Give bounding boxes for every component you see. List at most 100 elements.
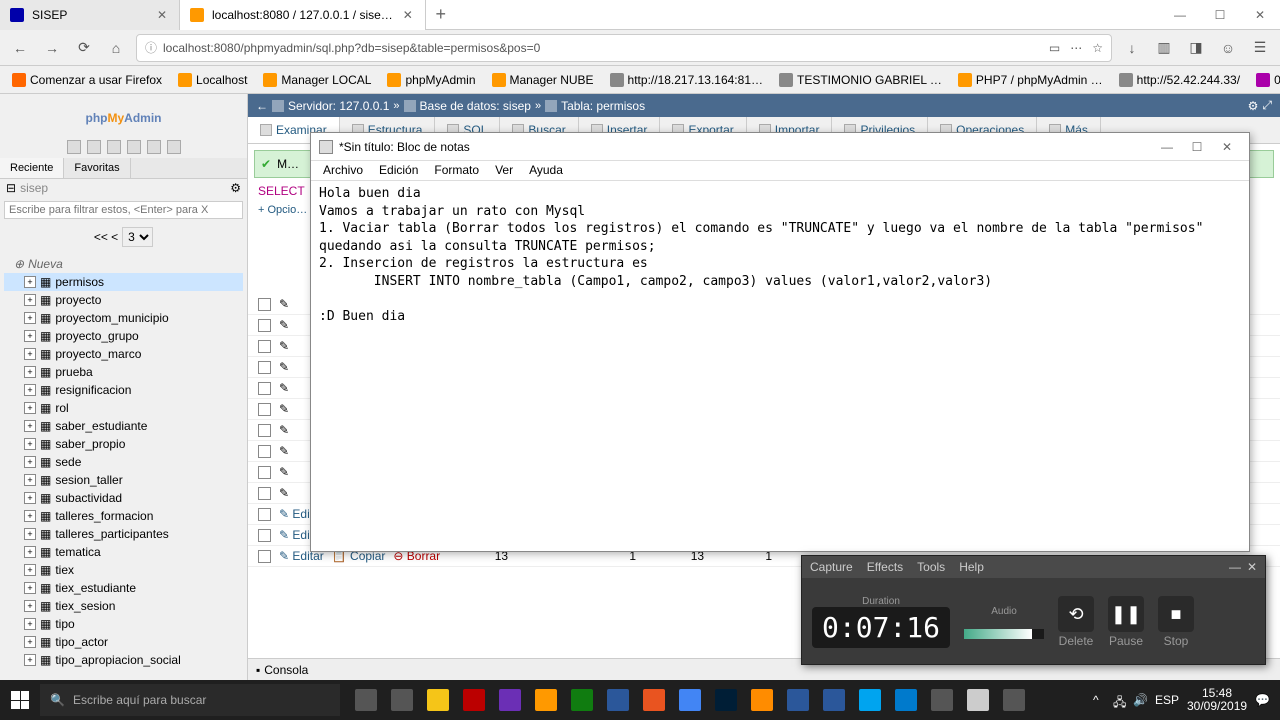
table-item[interactable]: +▦rol	[4, 399, 243, 417]
taskbar-app[interactable]	[492, 680, 528, 720]
taskbar-app[interactable]	[600, 680, 636, 720]
bookmark-item[interactable]: TESTIMONIO GABRIEL …	[773, 71, 948, 89]
taskbar-app[interactable]	[888, 680, 924, 720]
reader-icon[interactable]: ▭	[1049, 41, 1060, 55]
table-item[interactable]: +▦saber_propio	[4, 435, 243, 453]
table-item[interactable]: +▦talleres_formacion	[4, 507, 243, 525]
row-checkbox[interactable]	[258, 403, 271, 416]
edit-icon[interactable]: ✎	[279, 297, 289, 311]
url-bar[interactable]: ⓘ localhost:8080/phpmyadmin/sql.php?db=s…	[136, 34, 1112, 62]
breadcrumb-db[interactable]: Base de datos: sisep	[420, 99, 531, 113]
row-checkbox[interactable]	[258, 424, 271, 437]
reload-icon[interactable]	[167, 140, 181, 154]
row-checkbox[interactable]	[258, 508, 271, 521]
menu-item[interactable]: Ayuda	[523, 161, 569, 180]
close-icon[interactable]: ✕	[1240, 0, 1280, 30]
settings-icon[interactable]	[147, 140, 161, 154]
home-button[interactable]: ⌂	[104, 36, 128, 60]
table-item[interactable]: +▦proyectom_municipio	[4, 309, 243, 327]
menu-item[interactable]: Ver	[489, 161, 519, 180]
table-item[interactable]: +▦proyecto	[4, 291, 243, 309]
edit-icon[interactable]: ✎	[279, 423, 289, 437]
edit-icon[interactable]: ✎	[279, 465, 289, 479]
taskbar-app[interactable]	[564, 680, 600, 720]
download-icon[interactable]: ↓	[1120, 36, 1144, 60]
row-checkbox[interactable]	[258, 340, 271, 353]
notepad-titlebar[interactable]: *Sin título: Bloc de notas — ☐ ✕	[311, 133, 1249, 161]
table-item[interactable]: +▦subactividad	[4, 489, 243, 507]
taskbar-app[interactable]	[420, 680, 456, 720]
sql-icon[interactable]	[127, 140, 141, 154]
browser-tab[interactable]: SISEP ✕	[0, 0, 180, 30]
clock[interactable]: 15:4830/09/2019	[1187, 687, 1247, 713]
bookmark-item[interactable]: Comenzar a usar Firefox	[6, 71, 168, 89]
taskbar-app[interactable]	[528, 680, 564, 720]
page-select[interactable]: 3	[122, 227, 153, 247]
bookmark-item[interactable]: Localhost	[172, 71, 253, 89]
table-item[interactable]: +▦tiex_estudiante	[4, 579, 243, 597]
menu-tools[interactable]: Tools	[917, 560, 945, 574]
taskbar-app[interactable]	[456, 680, 492, 720]
taskbar-search[interactable]: 🔍 Escribe aquí para buscar	[40, 684, 340, 716]
table-item[interactable]: +▦resignificacion	[4, 381, 243, 399]
table-item[interactable]: +▦proyecto_marco	[4, 345, 243, 363]
taskbar-app[interactable]	[960, 680, 996, 720]
language-indicator[interactable]: ESP	[1155, 693, 1179, 707]
taskbar-app[interactable]	[744, 680, 780, 720]
pause-button[interactable]: ❚❚Pause	[1108, 596, 1144, 648]
breadcrumb-table[interactable]: Tabla: permisos	[561, 99, 645, 113]
taskbar-app[interactable]	[852, 680, 888, 720]
minimize-icon[interactable]: —	[1229, 560, 1241, 574]
close-icon[interactable]: ✕	[401, 8, 415, 22]
menu-capture[interactable]: Capture	[810, 560, 853, 574]
row-checkbox[interactable]	[258, 487, 271, 500]
row-checkbox[interactable]	[258, 361, 271, 374]
exit-icon[interactable]: ⤢	[1262, 98, 1272, 113]
table-item[interactable]: +▦tipo_apropiacion_social	[4, 651, 243, 669]
new-tab-button[interactable]: +	[426, 0, 456, 30]
table-item[interactable]: +▦sesion_taller	[4, 471, 243, 489]
taskbar-app[interactable]	[636, 680, 672, 720]
edit-icon[interactable]: ✎	[279, 360, 289, 374]
library-icon[interactable]: ▥	[1152, 36, 1176, 60]
menu-item[interactable]: Edición	[373, 161, 424, 180]
row-checkbox[interactable]	[258, 298, 271, 311]
table-item[interactable]: +▦sede	[4, 453, 243, 471]
browser-tab[interactable]: localhost:8080 / 127.0.0.1 / sise… ✕	[180, 0, 426, 30]
close-icon[interactable]: ✕	[1213, 137, 1241, 157]
gear-icon[interactable]: ⚙	[1248, 99, 1259, 113]
sidebar-icon[interactable]: ◨	[1184, 36, 1208, 60]
row-checkbox[interactable]	[258, 319, 271, 332]
menu-help[interactable]: Help	[959, 560, 984, 574]
logout-icon[interactable]	[87, 140, 101, 154]
new-table[interactable]: ⊕Nueva	[4, 255, 243, 273]
minimize-icon[interactable]: —	[1160, 0, 1200, 30]
bookmark-item[interactable]: 0_pantallas_v2	[1250, 71, 1280, 89]
taskbar-app[interactable]	[780, 680, 816, 720]
tab-recent[interactable]: Reciente	[0, 158, 64, 178]
notepad-body[interactable]: Hola buen dia Vamos a trabajar un rato c…	[311, 181, 1249, 329]
table-item[interactable]: +▦permisos	[4, 273, 243, 291]
taskbar-app[interactable]	[924, 680, 960, 720]
edit-icon[interactable]: ✎	[279, 486, 289, 500]
row-checkbox[interactable]	[258, 466, 271, 479]
bookmark-item[interactable]: Manager NUBE	[486, 71, 600, 89]
stop-button[interactable]: ■Stop	[1158, 596, 1194, 648]
taskbar-app[interactable]	[996, 680, 1032, 720]
table-item[interactable]: +▦tiex	[4, 561, 243, 579]
minimize-icon[interactable]: —	[1153, 137, 1181, 157]
edit-icon[interactable]: ✎	[279, 381, 289, 395]
table-item[interactable]: +▦prueba	[4, 363, 243, 381]
notifications-icon[interactable]: 💬	[1255, 693, 1270, 707]
forward-button[interactable]: →	[40, 36, 64, 60]
taskbar-app[interactable]	[348, 680, 384, 720]
taskbar-app[interactable]	[708, 680, 744, 720]
table-item[interactable]: +▦tematica	[4, 543, 243, 561]
prev-page[interactable]: << <	[94, 230, 118, 244]
start-button[interactable]	[0, 680, 40, 720]
star-icon[interactable]: ☆	[1092, 41, 1103, 55]
menu-item[interactable]: Archivo	[317, 161, 369, 180]
menu-icon[interactable]: ☰	[1248, 36, 1272, 60]
reload-button[interactable]: ⟳	[72, 36, 96, 60]
bookmark-item[interactable]: http://52.42.244.33/	[1113, 71, 1246, 89]
